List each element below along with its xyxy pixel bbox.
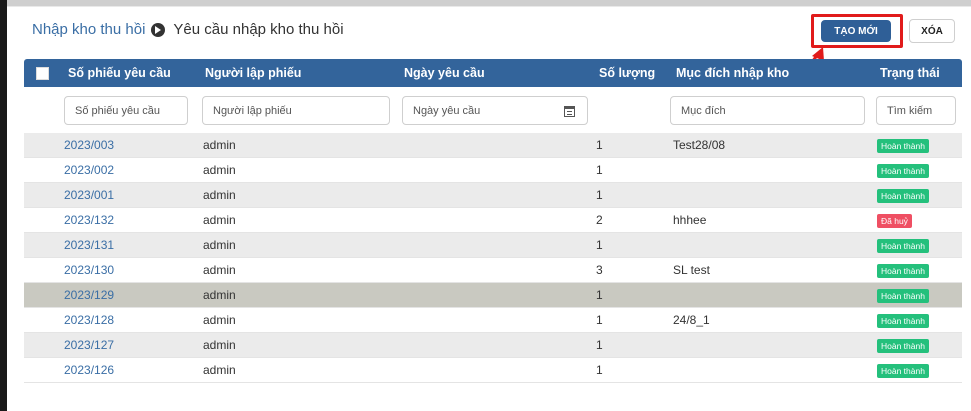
create-new-button[interactable]: TẠO MỚI: [821, 20, 891, 42]
row-qty: 1: [596, 313, 603, 327]
table-row[interactable]: 2023/127 admin 1 Hoàn thành: [24, 333, 962, 358]
row-code-link[interactable]: 2023/132: [64, 213, 114, 227]
window-left-edge: [0, 0, 7, 411]
creator-filter-input[interactable]: Người lập phiếu: [202, 96, 390, 125]
row-purpose: 24/8_1: [673, 313, 710, 327]
row-code-link[interactable]: 2023/001: [64, 188, 114, 202]
status-badge: Hoàn thành: [877, 189, 929, 203]
table-row[interactable]: 2023/132 admin 2 hhhee Đã huỷ: [24, 208, 962, 233]
row-code-link[interactable]: 2023/003: [64, 138, 114, 152]
table-row[interactable]: 2023/131 admin 1 Hoàn thành: [24, 233, 962, 258]
status-badge: Hoàn thành: [877, 314, 929, 328]
row-creator: admin: [203, 338, 236, 352]
code-filter-input[interactable]: Số phiếu yêu cầu: [64, 96, 188, 125]
row-qty: 1: [596, 188, 603, 202]
status-badge: Hoàn thành: [877, 364, 929, 378]
status-badge: Hoàn thành: [877, 264, 929, 278]
row-qty: 1: [596, 163, 603, 177]
row-qty: 2: [596, 213, 603, 227]
row-creator: admin: [203, 288, 236, 302]
row-qty: 1: [596, 288, 603, 302]
column-header-status[interactable]: Trạng thái: [880, 66, 940, 80]
column-header-purpose[interactable]: Mục đích nhập kho: [676, 66, 789, 80]
row-creator: admin: [203, 188, 236, 202]
table-header: Số phiếu yêu cầu Người lập phiếu Ngày yê…: [24, 59, 962, 87]
row-purpose: SL test: [673, 263, 710, 277]
row-creator: admin: [203, 213, 236, 227]
row-qty: 1: [596, 238, 603, 252]
table-row[interactable]: 2023/002 admin 1 Hoàn thành: [24, 158, 962, 183]
table-row[interactable]: 2023/126 admin 1 Hoàn thành: [24, 358, 962, 383]
row-code-link[interactable]: 2023/130: [64, 263, 114, 277]
table-row[interactable]: 2023/129 admin 1 Hoàn thành: [24, 283, 962, 308]
row-creator: admin: [203, 363, 236, 377]
column-header-creator[interactable]: Người lập phiếu: [205, 66, 301, 80]
row-creator: admin: [203, 313, 236, 327]
row-code-link[interactable]: 2023/128: [64, 313, 114, 327]
status-badge: Hoàn thành: [877, 289, 929, 303]
row-creator: admin: [203, 238, 236, 252]
row-qty: 3: [596, 263, 603, 277]
breadcrumb: Nhập kho thu hồi Yêu cầu nhập kho thu hồ…: [32, 21, 344, 38]
row-code-link[interactable]: 2023/129: [64, 288, 114, 302]
date-filter-placeholder: Ngày yêu cầu: [413, 104, 481, 117]
delete-button[interactable]: XÓA: [909, 19, 955, 43]
row-creator: admin: [203, 263, 236, 277]
column-header-qty[interactable]: Số lượng: [599, 66, 655, 80]
status-badge: Đã huỷ: [877, 214, 912, 228]
status-badge: Hoàn thành: [877, 339, 929, 353]
column-header-code[interactable]: Số phiếu yêu cầu: [68, 66, 171, 80]
row-code-link[interactable]: 2023/131: [64, 238, 114, 252]
request-table: Số phiếu yêu cầu Người lập phiếu Ngày yê…: [24, 59, 962, 389]
breadcrumb-parent-link[interactable]: Nhập kho thu hồi: [32, 21, 145, 38]
row-code-link[interactable]: 2023/002: [64, 163, 114, 177]
row-code-link[interactable]: 2023/126: [64, 363, 114, 377]
row-creator: admin: [203, 163, 236, 177]
row-purpose: Test28/08: [673, 138, 726, 152]
table-row[interactable]: 2023/128 admin 1 24/8_1 Hoàn thành: [24, 308, 962, 333]
calendar-icon[interactable]: [564, 106, 575, 117]
table-row[interactable]: 2023/001 admin 1 Hoàn thành: [24, 183, 962, 208]
top-divider-shadow: [7, 6, 971, 7]
table-body: 2023/003 admin 1 Test28/08 Hoàn thành 2023/00…: [24, 133, 962, 383]
table-row[interactable]: 2023/003 admin 1 Test28/08 Hoàn thành: [24, 133, 962, 158]
filter-row: Số phiếu yêu cầu Người lập phiếu Ngày yê…: [24, 87, 962, 133]
arrow-circle-right-icon: [151, 22, 166, 37]
row-qty: 1: [596, 338, 603, 352]
row-creator: admin: [203, 138, 236, 152]
row-qty: 1: [596, 363, 603, 377]
purpose-filter-input[interactable]: Mục đích: [670, 96, 865, 125]
row-code-link[interactable]: 2023/127: [64, 338, 114, 352]
status-search-input[interactable]: Tìm kiếm: [876, 96, 956, 125]
row-purpose: hhhee: [673, 213, 707, 227]
row-qty: 1: [596, 138, 603, 152]
date-filter-input[interactable]: Ngày yêu cầu: [402, 96, 588, 125]
status-badge: Hoàn thành: [877, 239, 929, 253]
select-all-checkbox[interactable]: [36, 67, 49, 80]
status-badge: Hoàn thành: [877, 139, 929, 153]
status-badge: Hoàn thành: [877, 164, 929, 178]
column-header-date[interactable]: Ngày yêu cầu: [404, 66, 485, 80]
breadcrumb-current: Yêu cầu nhập kho thu hồi: [173, 21, 344, 38]
table-row[interactable]: 2023/130 admin 3 SL test Hoàn thành: [24, 258, 962, 283]
